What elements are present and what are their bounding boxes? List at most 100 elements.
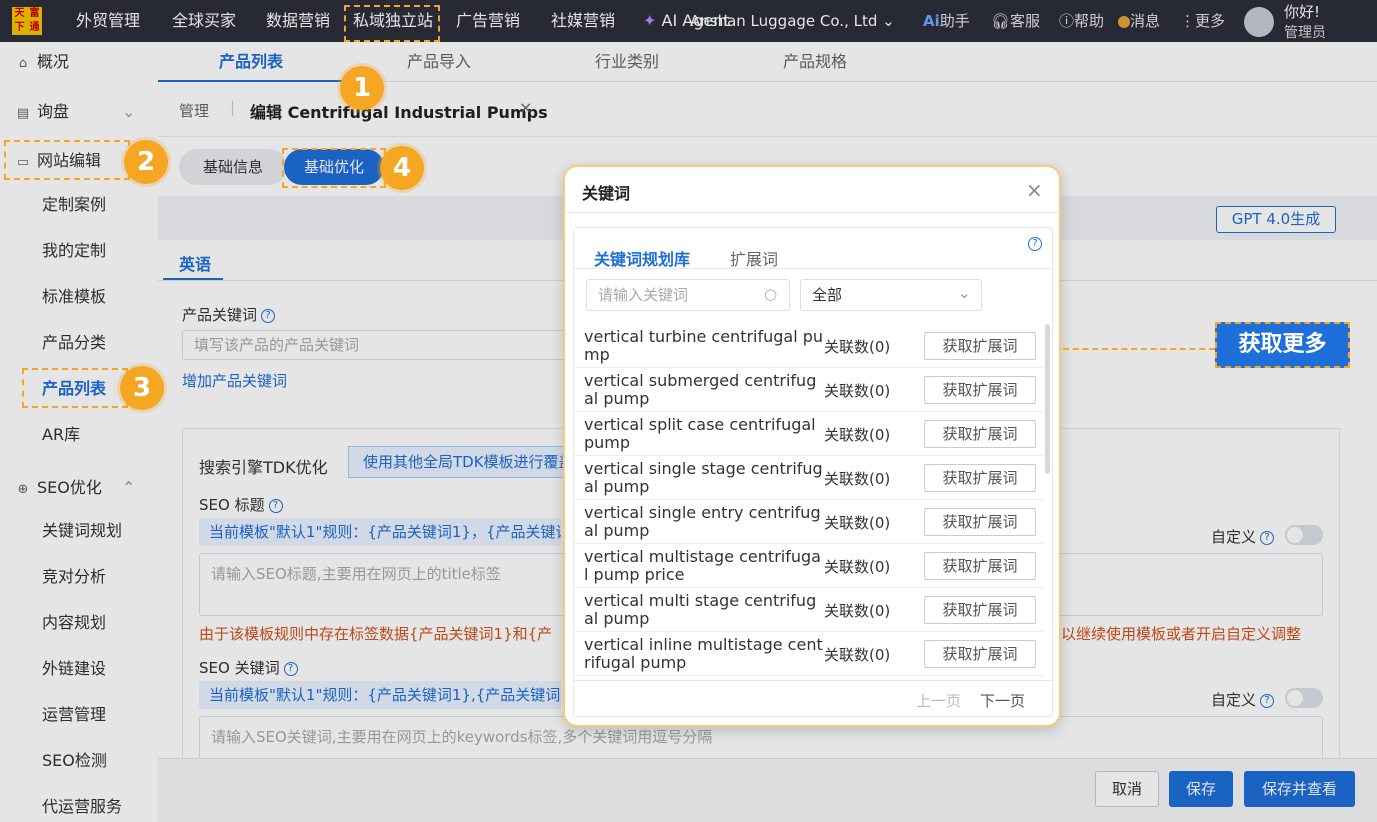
seo-keywords-custom-toggle[interactable] [1285, 688, 1323, 708]
related-count: 关联数(0) [824, 514, 891, 532]
close-icon[interactable]: × [1026, 180, 1043, 200]
get-expansion-button[interactable]: 获取扩展词 [924, 552, 1036, 580]
list-item: vertical single entry centrifugal pump 关联… [574, 500, 1044, 544]
question-icon[interactable]: ? [283, 661, 298, 676]
get-expansion-button[interactable]: 获取扩展词 [924, 332, 1036, 360]
tab-english[interactable]: 英语 [179, 251, 211, 275]
callout-connector-line [1063, 348, 1215, 350]
messages-label: 消息 [1130, 12, 1161, 30]
list-item: vertical submerged centrifugal pump 关联数(0… [574, 368, 1044, 412]
sidebar-item-managed-service[interactable]: 代运营服务 [0, 790, 158, 822]
sidebar-item-backlinks[interactable]: 外链建设 [0, 652, 158, 686]
keyword-panel: 关键词规划库 扩展词 ? 请输入关键词 ○ 全部 ⌄ vertical turb… [573, 227, 1053, 717]
tab-keyword-library[interactable]: 关键词规划库 [594, 246, 690, 270]
tab-product-spec[interactable]: 产品规格 [783, 42, 847, 82]
divider [565, 212, 1059, 213]
related-count: 关联数(0) [824, 602, 891, 620]
brand-logo[interactable]: 天 富 下 通 [12, 7, 42, 35]
get-expansion-button[interactable]: 获取扩展词 [924, 376, 1036, 404]
sidebar-item-competitor-analysis[interactable]: 竞对分析 [0, 560, 158, 594]
customer-service-button[interactable]: 🎧︎客服 [991, 0, 1040, 42]
company-selector[interactable]: Anshan Luggage Co., Ltd ⌄ [690, 0, 895, 42]
help-button[interactable]: ⓘ帮助 [1059, 0, 1104, 42]
related-count: 关联数(0) [824, 470, 891, 488]
nav-data-marketing[interactable]: 数据营销 [266, 0, 330, 42]
seo-title-custom-toggle[interactable] [1285, 525, 1323, 545]
close-tab-icon[interactable]: × [519, 98, 532, 117]
more-vertical-icon: ⋮ [1180, 12, 1195, 30]
sidebar-item-label: 询盘 [37, 102, 70, 121]
keyword-list: vertical turbine centrifugal pump 关联数(0) 获… [574, 324, 1052, 680]
question-icon: ? [1028, 236, 1042, 251]
divider [574, 268, 1052, 269]
keyword-text: vertical turbine centrifugal pump [584, 327, 824, 364]
product-keyword-input[interactable]: 填写该产品的产品关键词 [182, 330, 602, 360]
sidebar-item-seo-check[interactable]: SEO检测 [0, 744, 158, 778]
help-icon[interactable]: ? [1028, 234, 1042, 252]
question-icon[interactable]: ? [268, 498, 283, 513]
seo-title-rule: 当前模板"默认1"规则：{产品关键词1}，{产品关键词2} [199, 518, 561, 546]
category-select[interactable]: 全部 [800, 279, 982, 311]
sidebar-item-my-custom[interactable]: 我的定制 [0, 234, 158, 268]
get-expansion-button[interactable]: 获取扩展词 [924, 464, 1036, 492]
get-expansion-button[interactable]: 获取扩展词 [924, 420, 1036, 448]
prev-page-button[interactable]: 上一页 [916, 690, 961, 711]
avatar[interactable] [1244, 7, 1274, 37]
logo-char: 天 [14, 8, 25, 19]
sidebar-item-custom-cases[interactable]: 定制案例 [0, 188, 158, 222]
save-and-view-button[interactable]: 保存并查看 [1244, 771, 1355, 807]
divider [158, 136, 1377, 137]
tdk-section-title: 搜索引擎TDK优化 [199, 458, 328, 477]
ai-icon: Ai [923, 12, 940, 30]
seo-keywords-label: SEO 关键词? [199, 657, 298, 678]
sidebar-item-ar-library[interactable]: AR库 [0, 418, 158, 452]
cancel-button[interactable]: 取消 [1095, 771, 1159, 807]
ai-assistant-button[interactable]: Ai助手 [923, 0, 970, 42]
chevron-up-icon: ⌃ [122, 478, 136, 497]
tab-expansion-words[interactable]: 扩展词 [730, 246, 778, 270]
sidebar-item-product-category[interactable]: 产品分类 [0, 326, 158, 360]
subtab-basic-info[interactable]: 基础信息 [179, 149, 287, 185]
get-expansion-button[interactable]: 获取扩展词 [924, 596, 1036, 624]
question-icon[interactable]: ? [1260, 693, 1275, 708]
tab-product-list[interactable]: 产品列表 [219, 42, 283, 82]
sidebar-item-keyword-planning[interactable]: 关键词规划 [0, 514, 158, 548]
sidebar-item-standard-templates[interactable]: 标准模板 [0, 280, 158, 314]
more-button[interactable]: ⋮更多 [1180, 0, 1225, 42]
save-button[interactable]: 保存 [1169, 771, 1233, 807]
logo-char: 下 [14, 22, 25, 33]
add-product-keyword-link[interactable]: 增加产品关键词 [182, 370, 287, 391]
breadcrumb-root[interactable]: 管理 [179, 100, 209, 121]
get-expansion-button[interactable]: 获取扩展词 [924, 640, 1036, 668]
tab-product-import[interactable]: 产品导入 [407, 42, 471, 82]
step-badge: 3 [120, 366, 164, 410]
nav-global-buyers[interactable]: 全球买家 [172, 0, 236, 42]
sidebar-item-overview[interactable]: ⌂ 概况 [0, 45, 158, 79]
question-icon[interactable]: ? [1260, 530, 1275, 545]
keyword-dialog: 关键词 × 关键词规划库 扩展词 ? 请输入关键词 ○ 全部 ⌄ vertica… [563, 165, 1061, 727]
list-scrollbar[interactable] [1045, 324, 1050, 474]
get-expansion-button[interactable]: 获取扩展词 [924, 508, 1036, 536]
sidebar-item-content-planning[interactable]: 内容规划 [0, 606, 158, 640]
nav-ad-marketing[interactable]: 广告营销 [456, 0, 520, 42]
list-item: vertical turbine centrifugal pump 关联数(0) 获… [574, 324, 1044, 368]
keyword-search-input[interactable]: 请输入关键词 [586, 279, 790, 311]
messages-button[interactable]: 消息 [1118, 0, 1160, 42]
related-count: 关联数(0) [824, 338, 891, 356]
nav-social-marketing[interactable]: 社媒营销 [551, 0, 615, 42]
use-global-tdk-template-button[interactable]: 使用其他全局TDK模板进行覆盖 [348, 446, 578, 478]
search-icon[interactable]: ○ [764, 285, 777, 303]
seo-title-label: SEO 标题? [199, 494, 283, 515]
sidebar-item-inquiry[interactable]: ▤ 询盘 ⌄ [0, 95, 158, 129]
company-name: Anshan Luggage Co., Ltd [690, 12, 878, 30]
tab-industry-category[interactable]: 行业类别 [595, 42, 659, 82]
headset-icon: 🎧︎ [991, 12, 1011, 30]
chevron-down-icon: ⌄ [882, 12, 895, 30]
sidebar-item-seo[interactable]: ⊕ SEO优化 ⌃ [0, 471, 158, 505]
sparkle-icon: ✦ [643, 11, 657, 30]
gpt-generate-button[interactable]: GPT 4.0生成 [1216, 206, 1336, 233]
nav-foreign-trade[interactable]: 外贸管理 [76, 0, 140, 42]
sidebar-item-operations[interactable]: 运营管理 [0, 698, 158, 732]
next-page-button[interactable]: 下一页 [980, 690, 1025, 711]
question-icon[interactable]: ? [261, 308, 276, 323]
